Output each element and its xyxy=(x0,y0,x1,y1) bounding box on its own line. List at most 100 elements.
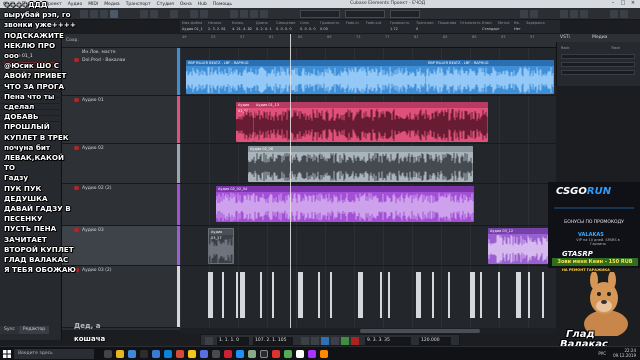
app-icon[interactable] xyxy=(224,350,232,358)
menu-item-help[interactable]: Помощь xyxy=(210,2,235,7)
audio-event-a02-2[interactable]: Аудио 02_02_04 xyxy=(216,186,474,222)
info-value[interactable]: 0 xyxy=(416,27,418,31)
rewind-button[interactable] xyxy=(301,337,309,345)
arrangement-area[interactable]: RBP RILLER BEATZ - LBF - RAPHUG RBP RILL… xyxy=(180,48,556,328)
grid-select[interactable] xyxy=(300,10,340,18)
menu-item-studio[interactable]: Студия xyxy=(154,2,177,7)
cycle-button[interactable] xyxy=(321,337,329,345)
windows-start-icon[interactable] xyxy=(3,350,11,358)
toolbar-button[interactable] xyxy=(530,10,538,18)
info-value[interactable]: 1.72 xyxy=(390,27,398,31)
toolbar-button[interactable] xyxy=(240,10,248,18)
stop-button[interactable] xyxy=(331,337,339,345)
audio-slice[interactable] xyxy=(358,272,363,318)
info-value[interactable]: Стандарт xyxy=(482,27,500,31)
audio-slice[interactable] xyxy=(298,272,303,318)
audio-event-a03-2-slices[interactable] xyxy=(180,266,556,326)
info-value[interactable]: 0.00 xyxy=(320,27,328,31)
chrome-icon[interactable] xyxy=(188,350,196,358)
menu-item-media[interactable]: Медиа xyxy=(101,2,122,7)
toolbar-button[interactable] xyxy=(560,10,568,18)
forward-button[interactable] xyxy=(311,337,319,345)
app-icon[interactable] xyxy=(164,350,172,358)
menu-item-hub[interactable]: Hub xyxy=(195,2,210,7)
toolbar-button[interactable] xyxy=(110,10,118,18)
audio-slice[interactable] xyxy=(498,272,500,318)
toolbar-button[interactable] xyxy=(200,10,208,18)
audio-slice[interactable] xyxy=(416,272,421,318)
minimize-icon[interactable]: – xyxy=(608,0,618,6)
info-value[interactable]: 0. 2. 0. 1 xyxy=(256,27,272,31)
toolbar-button[interactable] xyxy=(140,10,148,18)
info-value[interactable]: Нет xyxy=(514,27,521,31)
menu-item-transport[interactable]: Транспорт xyxy=(123,2,154,7)
explorer-icon[interactable] xyxy=(116,350,124,358)
tab-media[interactable]: Медиа xyxy=(592,35,607,40)
toolbar-button[interactable] xyxy=(150,10,158,18)
app-icon[interactable] xyxy=(308,350,316,358)
audio-slice[interactable] xyxy=(542,272,544,318)
app-icon[interactable] xyxy=(236,350,244,358)
audio-slice[interactable] xyxy=(272,272,274,318)
info-value[interactable]: 0. 0. 0. 0 xyxy=(276,27,292,31)
toolbar-button[interactable] xyxy=(580,10,588,18)
input-language[interactable]: РУС xyxy=(598,351,606,356)
app-icon[interactable] xyxy=(284,350,292,358)
play-button[interactable] xyxy=(341,337,349,345)
loop-icon[interactable] xyxy=(205,337,213,345)
app-icon[interactable] xyxy=(248,350,256,358)
playhead-cursor[interactable] xyxy=(290,34,291,328)
audio-event-a03-b[interactable]: Аудио 03_12 xyxy=(488,228,554,264)
timeline-ruler[interactable]: 49 53 57 61 65 69 73 77 81 85 89 93 97 xyxy=(180,34,556,48)
app-icon[interactable] xyxy=(320,350,328,358)
toolbar-button[interactable] xyxy=(570,10,578,18)
audio-event-beat[interactable]: RBP RILLER BEATZ - LBF - RAPHUG xyxy=(186,60,426,94)
audio-slice[interactable] xyxy=(236,272,238,318)
toolbar-button[interactable] xyxy=(610,10,618,18)
app-icon[interactable] xyxy=(200,350,208,358)
audio-event-a03[interactable]: Аудио 03_17 xyxy=(208,228,234,264)
audio-slice[interactable] xyxy=(516,272,521,318)
tab-vsti[interactable]: VSTi xyxy=(560,35,570,40)
scrollbar-thumb[interactable] xyxy=(360,329,480,333)
toolbar-button[interactable] xyxy=(620,10,628,18)
app-icon[interactable] xyxy=(212,350,220,358)
audio-event-a01[interactable]: Аудио 01_01 xyxy=(236,102,254,142)
audio-slice[interactable] xyxy=(330,272,332,318)
audio-slice[interactable] xyxy=(222,272,224,318)
audio-event-beat-2[interactable]: RBP RILLER BEATZ - LBF - RAPHUG xyxy=(426,60,554,94)
app-icon[interactable] xyxy=(176,350,184,358)
toolbar-button[interactable] xyxy=(170,10,178,18)
info-value[interactable]: Аудио 01_1 xyxy=(182,27,203,31)
cubase-taskbar-icon[interactable] xyxy=(260,350,268,358)
quantize-select[interactable] xyxy=(345,10,385,18)
edge-icon[interactable] xyxy=(128,350,136,358)
toolbar-button[interactable] xyxy=(520,10,528,18)
instrument-slot[interactable] xyxy=(561,54,635,59)
system-clock[interactable]: 22:24 09.12.2019 xyxy=(613,348,636,358)
right-locator[interactable]: 107. 2. 1. 105 xyxy=(253,337,293,345)
toolbar-button[interactable] xyxy=(250,10,258,18)
app-icon[interactable] xyxy=(152,350,160,358)
toolbar-button[interactable] xyxy=(230,10,238,18)
info-value[interactable]: 0. 0. 0. 0 xyxy=(300,27,316,31)
audio-slice[interactable] xyxy=(388,272,390,318)
snap-select[interactable] xyxy=(390,10,420,18)
audio-slice[interactable] xyxy=(240,272,245,318)
instrument-slot[interactable] xyxy=(561,62,635,67)
audio-event-a02[interactable]: Аудио 02_08 xyxy=(248,146,473,182)
record-button[interactable] xyxy=(351,337,359,345)
audio-slice[interactable] xyxy=(528,272,530,318)
maximize-icon[interactable]: □ xyxy=(618,0,628,6)
app-icon[interactable] xyxy=(272,350,280,358)
task-view-icon[interactable] xyxy=(104,350,112,358)
audio-slice[interactable] xyxy=(318,272,320,318)
info-value[interactable]: 2. 3. 2. 81 xyxy=(208,27,226,31)
audio-slice[interactable] xyxy=(432,272,434,318)
close-icon[interactable]: × xyxy=(628,0,638,6)
left-locator[interactable]: 1. 1. 1. 0 xyxy=(217,337,249,345)
position-display[interactable]: 9. 3. 3. 35 xyxy=(365,337,411,345)
store-icon[interactable] xyxy=(140,350,148,358)
audio-slice[interactable] xyxy=(380,272,382,318)
audio-slice[interactable] xyxy=(208,272,213,318)
